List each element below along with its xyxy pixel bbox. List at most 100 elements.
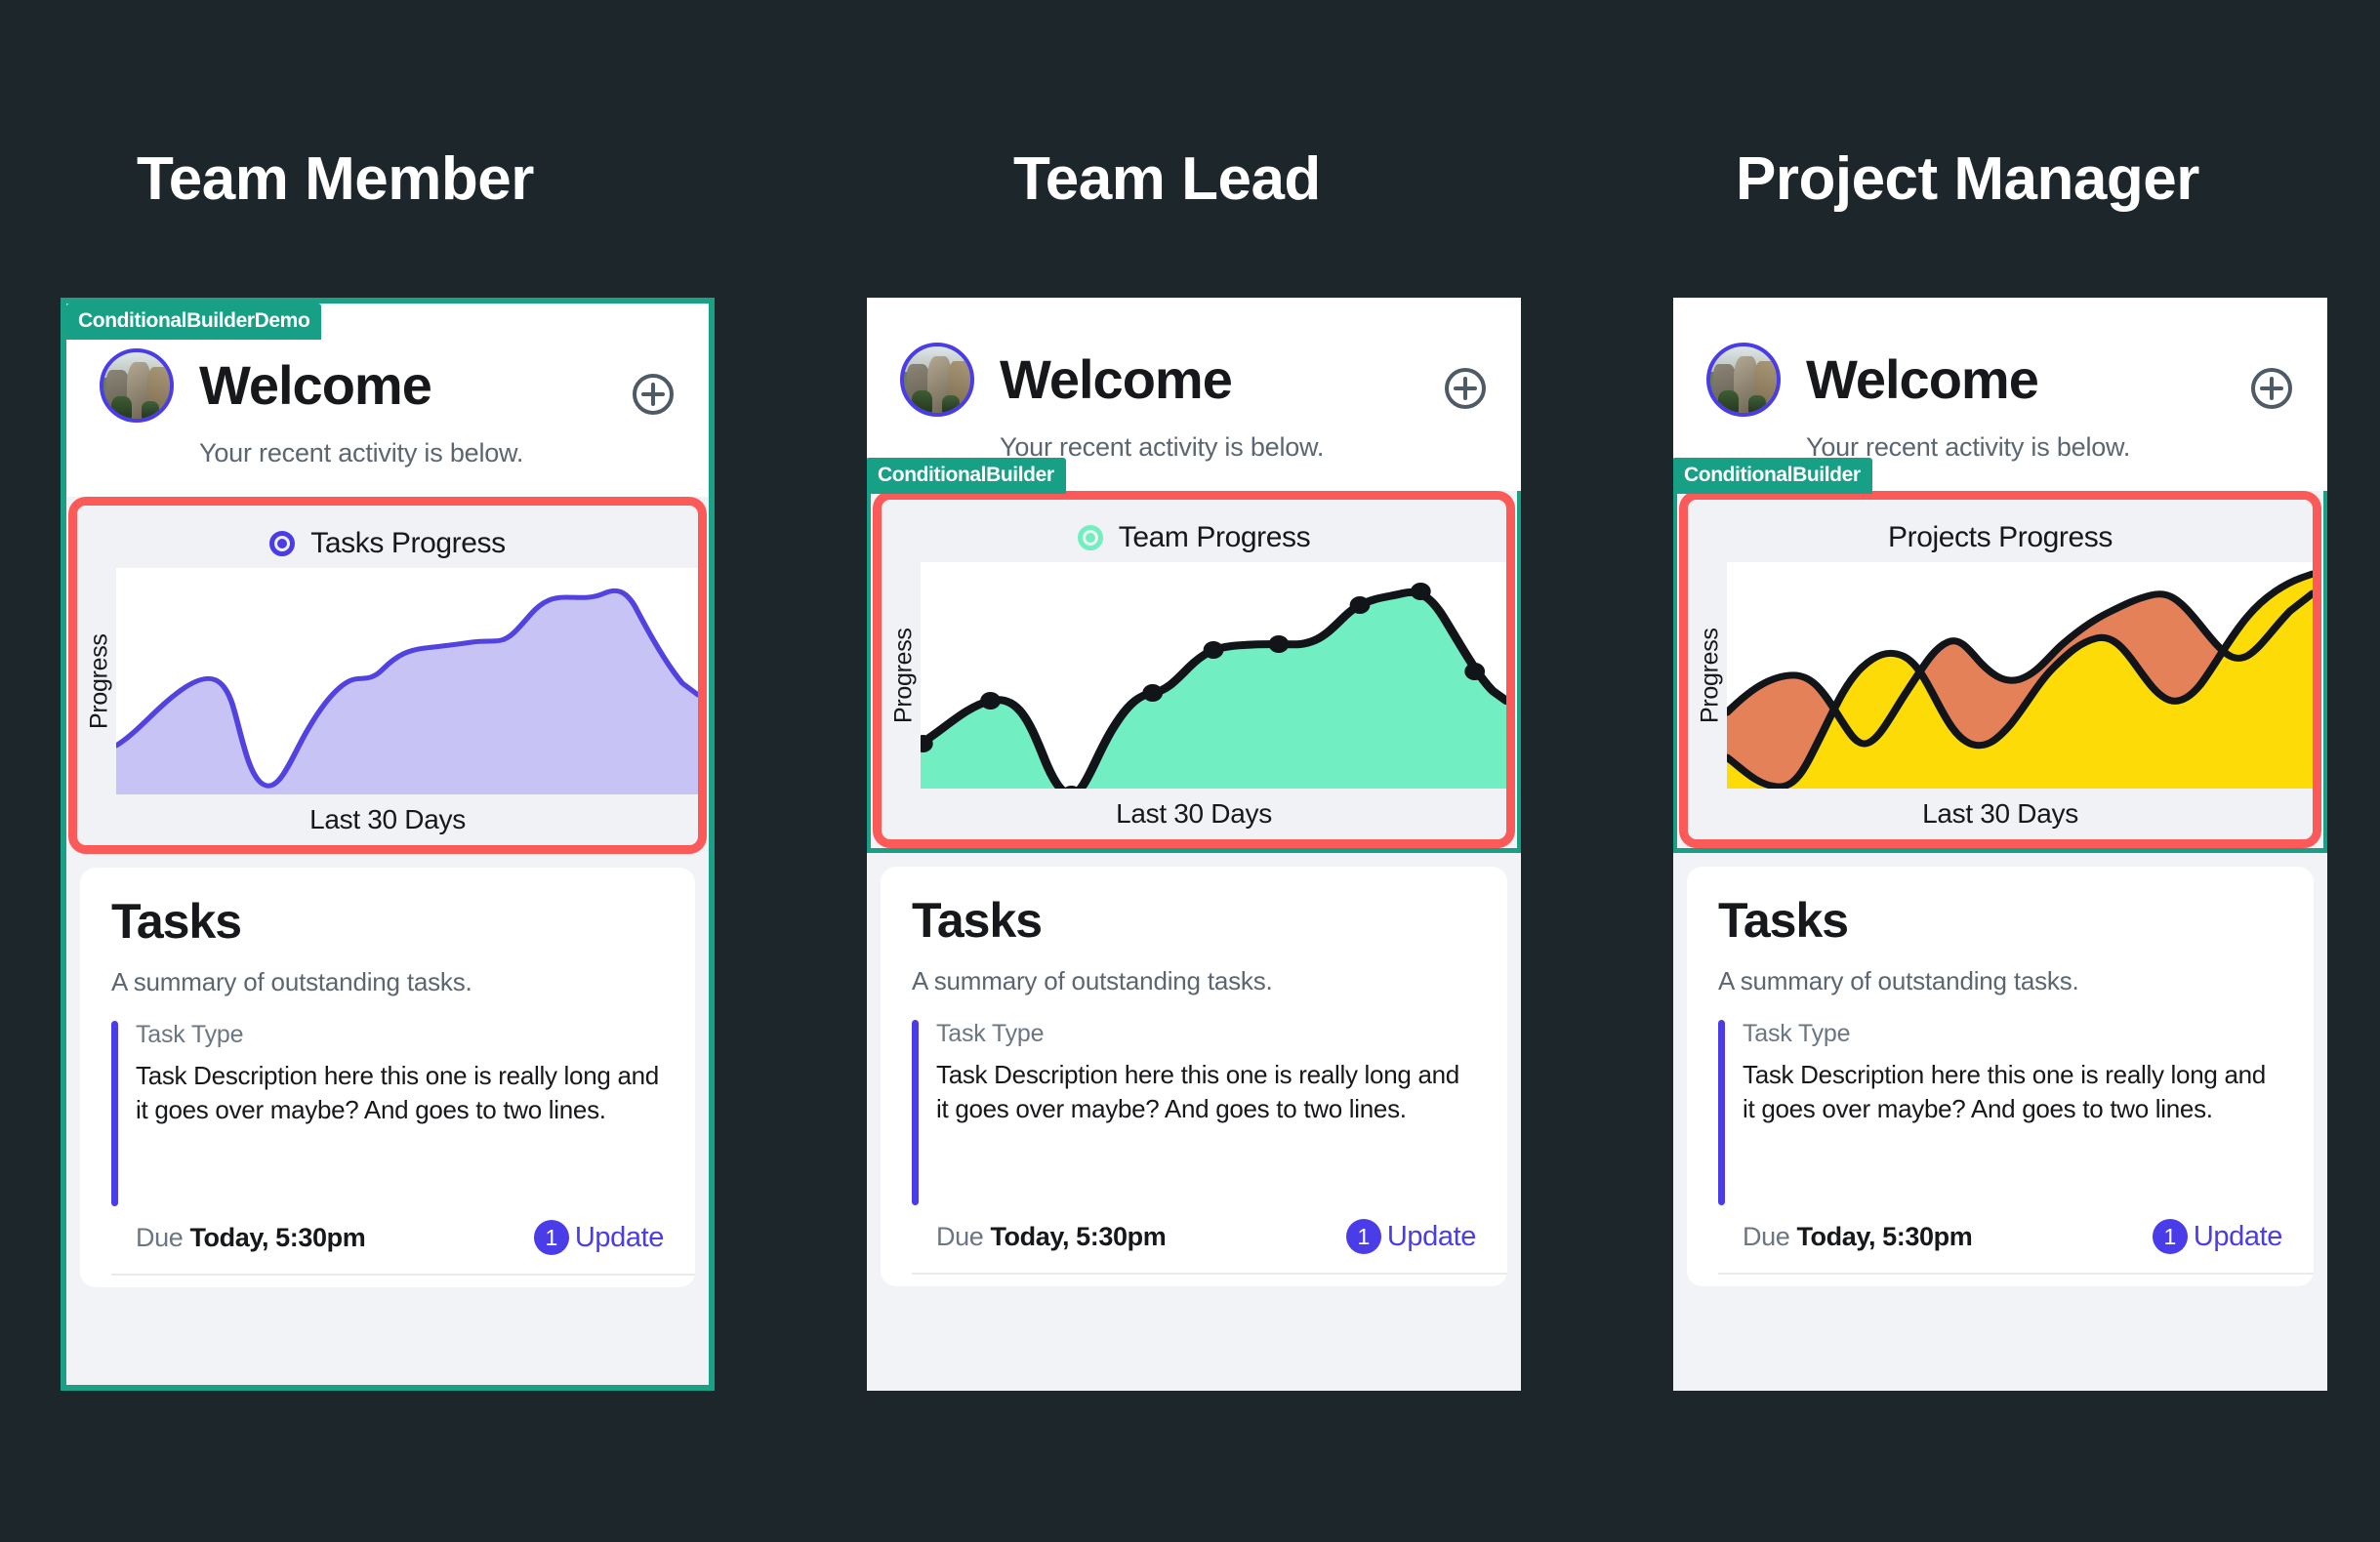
welcome-row: Welcome (900, 343, 1488, 417)
avatar-tree-left (912, 389, 932, 413)
plus-circle-icon[interactable] (2249, 366, 2294, 411)
chart-plot-area[interactable] (921, 562, 1506, 789)
column-headings: Team Member Team Lead Project Manager (0, 144, 2380, 252)
chart-title: Tasks Progress (310, 527, 506, 559)
tasks-card[interactable]: Tasks A summary of outstanding tasks. Ta… (1687, 867, 2314, 1286)
task-due-value: Today, 5:30pm (189, 1222, 366, 1252)
avatar-tree-right (1748, 395, 1767, 413)
chart-plot-area[interactable] (1727, 562, 2313, 789)
avatar[interactable] (100, 348, 174, 423)
preview-card-project-manager[interactable]: Welcome Your recent activity is below. C… (1673, 298, 2327, 1391)
task-body: Task Type Task Description here this one… (936, 1020, 1476, 1205)
chart-highlight-outline[interactable]: Tasks Progress Progress Last 30 Days (68, 497, 707, 854)
chart-title: Team Progress (1118, 521, 1311, 553)
plot-row: Progress (77, 568, 698, 794)
chart-section: ConditionalBuilder Team Progress Progres… (867, 458, 1521, 853)
chart-y-axis-label: Progress (889, 628, 918, 723)
plus-circle-icon[interactable] (1443, 366, 1488, 411)
update-link[interactable]: Update (2194, 1221, 2283, 1253)
task-body: Task Type Task Description here this one… (136, 1021, 664, 1206)
task-divider (111, 1274, 695, 1276)
conditional-builder-tag[interactable]: ConditionalBuilderDemo (66, 304, 322, 340)
chart-section: ConditionalBuilder Projects Progress Pro… (1673, 458, 2327, 853)
task-list-item[interactable]: Task Type Task Description here this one… (111, 1021, 664, 1206)
task-update-action[interactable]: 1 Update (1345, 1219, 1477, 1254)
plot-row: Progress (1688, 562, 2313, 789)
progress-chart-card[interactable]: Tasks Progress Progress Last 30 Days (77, 506, 698, 845)
conditional-builder-tag[interactable]: ConditionalBuilder (1673, 458, 1872, 494)
conditional-builder-tag[interactable]: ConditionalBuilder (867, 458, 1066, 494)
chart-y-axis-label: Progress (85, 633, 113, 729)
chart-y-axis-label: Progress (1696, 628, 1724, 723)
chart-title-row: Tasks Progress (77, 519, 698, 568)
preview-card-team-member[interactable]: ConditionalBuilderDemo Welcome Your rece… (61, 298, 715, 1391)
task-due: Due Today, 5:30pm (936, 1221, 1167, 1252)
page-title: Welcome (1806, 348, 2039, 410)
task-accent-bar (111, 1021, 118, 1206)
task-type-label: Task Type (1743, 1020, 1851, 1047)
chart-x-axis-label: Last 30 Days (1116, 798, 1272, 829)
avatar-tree-right (942, 395, 961, 413)
preview-card-team-lead[interactable]: Welcome Your recent activity is below. C… (867, 298, 1521, 1391)
update-count-badge: 1 (2152, 1219, 2188, 1254)
avatar[interactable] (1706, 343, 1781, 417)
page-title: Welcome (199, 354, 432, 416)
welcome-row: Welcome (100, 348, 676, 423)
task-divider (1718, 1273, 2314, 1275)
task-due-label: Due (936, 1221, 984, 1251)
tasks-title: Tasks (111, 894, 242, 949)
progress-chart-card[interactable]: Team Progress Progress Last 30 Days (882, 500, 1506, 839)
radio-selected-icon[interactable] (269, 531, 296, 556)
task-update-action[interactable]: 1 Update (533, 1220, 665, 1255)
tasks-subtitle: A summary of outstanding tasks. (912, 966, 1273, 995)
chart-section: Tasks Progress Progress Last 30 Days (66, 497, 709, 854)
task-footer: Due Today, 5:30pm 1 Update (936, 1219, 1476, 1254)
chart-title-row: Projects Progress (1688, 513, 2313, 562)
task-description: Task Description here this one is really… (136, 1061, 659, 1125)
chart-title: Projects Progress (1888, 521, 2113, 553)
chart-highlight-outline[interactable]: Team Progress Progress Last 30 Days (873, 491, 1515, 848)
update-link[interactable]: Update (1387, 1221, 1477, 1253)
welcome-row: Welcome (1706, 343, 2294, 417)
task-description: Task Description here this one is really… (936, 1060, 1459, 1124)
task-due-label: Due (136, 1222, 184, 1252)
chart-plot-area[interactable] (116, 568, 698, 794)
avatar-tree-left (1718, 389, 1739, 413)
chart-x-axis-label: Last 30 Days (309, 804, 466, 834)
welcome-subtitle: Your recent activity is below. (1806, 432, 2131, 462)
task-update-action[interactable]: 1 Update (2152, 1219, 2283, 1254)
task-list-item[interactable]: Task Type Task Description here this one… (1718, 1020, 2282, 1205)
column-heading-team-lead: Team Lead (1013, 145, 1321, 213)
screenshot-root: Team Member Team Lead Project Manager Co… (0, 0, 2380, 1542)
tasks-subtitle: A summary of outstanding tasks. (111, 967, 472, 996)
task-due: Due Today, 5:30pm (1743, 1221, 1973, 1252)
task-accent-bar (1718, 1020, 1725, 1205)
update-link[interactable]: Update (575, 1222, 665, 1254)
phone-frame: Welcome Your recent activity is below. C… (867, 298, 1521, 1391)
tasks-card[interactable]: Tasks A summary of outstanding tasks. Ta… (881, 867, 1507, 1286)
progress-chart-card[interactable]: Projects Progress Progress Last 30 Days (1688, 500, 2313, 839)
tasks-title: Tasks (1718, 893, 1849, 948)
task-due-value: Today, 5:30pm (1796, 1221, 1973, 1251)
task-footer: Due Today, 5:30pm 1 Update (136, 1220, 664, 1255)
welcome-subtitle: Your recent activity is below. (1000, 432, 1325, 462)
task-description: Task Description here this one is really… (1743, 1060, 2266, 1124)
task-body: Task Type Task Description here this one… (1743, 1020, 2282, 1205)
task-type-label: Task Type (136, 1021, 244, 1048)
task-due-label: Due (1743, 1221, 1790, 1251)
avatar-tree-left (111, 395, 132, 419)
radio-selected-icon[interactable] (1077, 525, 1103, 550)
tasks-card[interactable]: Tasks A summary of outstanding tasks. Ta… (80, 868, 695, 1287)
phone-frame: Welcome Your recent activity is below. C… (1673, 298, 2327, 1391)
plus-circle-icon[interactable] (631, 372, 676, 417)
update-count-badge: 1 (1345, 1219, 1381, 1254)
avatar[interactable] (900, 343, 974, 417)
chart-x-axis-label: Last 30 Days (1922, 798, 2078, 829)
tasks-subtitle: A summary of outstanding tasks. (1718, 966, 2079, 995)
column-heading-team-member: Team Member (137, 145, 534, 213)
task-list-item[interactable]: Task Type Task Description here this one… (912, 1020, 1476, 1205)
task-due-value: Today, 5:30pm (990, 1221, 1167, 1251)
task-divider (912, 1273, 1507, 1275)
task-footer: Due Today, 5:30pm 1 Update (1743, 1219, 2282, 1254)
chart-highlight-outline[interactable]: Projects Progress Progress Last 30 Days (1679, 491, 2321, 848)
